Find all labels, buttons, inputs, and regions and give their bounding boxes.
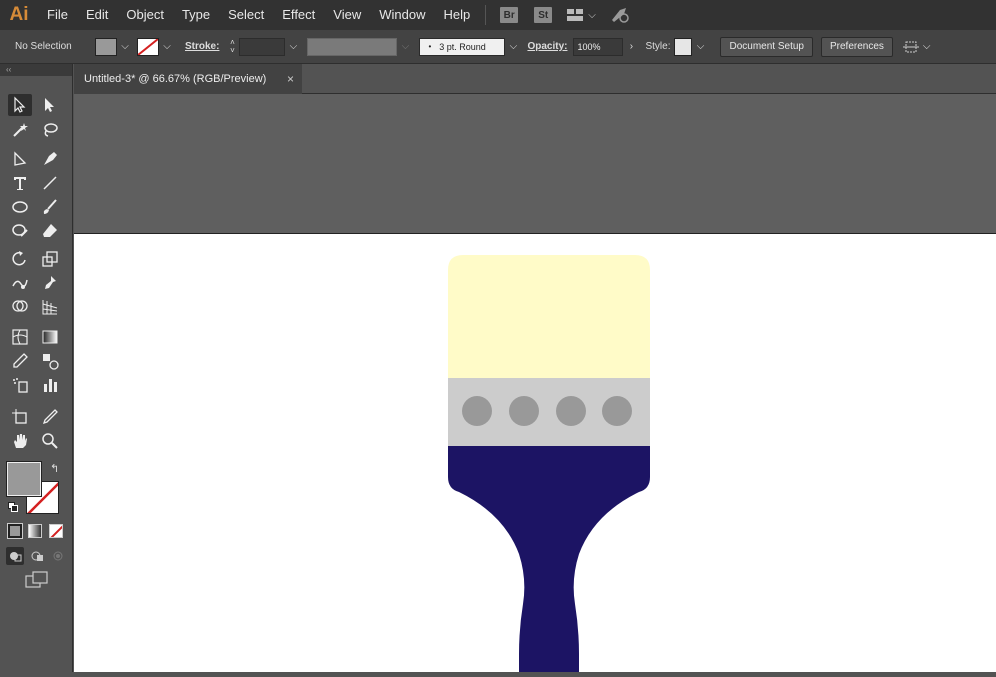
preferences-button[interactable]: Preferences <box>820 36 893 57</box>
selection-status: No Selection <box>15 41 72 52</box>
draw-behind-icon[interactable] <box>28 547 46 565</box>
curvature-tool-icon[interactable] <box>38 148 62 170</box>
line-segment-tool-icon[interactable] <box>38 172 62 194</box>
gpu-rocket-icon[interactable] <box>610 6 630 24</box>
brush-bristles[interactable] <box>448 255 650 378</box>
swap-fill-stroke-icon[interactable]: ↰ <box>50 462 59 475</box>
ferrule-rivet[interactable] <box>462 396 492 426</box>
color-mode-icon[interactable] <box>7 523 23 539</box>
artboard[interactable] <box>74 234 996 672</box>
menu-file[interactable]: File <box>38 0 77 30</box>
menu-window[interactable]: Window <box>370 0 434 30</box>
app-logo: Ai <box>9 4 29 25</box>
control-bar: No Selection ⌵ ⌵ Stroke: ˄ ˅ ⌵ ⌵ • 3 pt. … <box>0 30 996 64</box>
mesh-tool-icon[interactable] <box>8 326 32 348</box>
menu-separator <box>485 5 487 25</box>
fill-color-swatch[interactable] <box>6 461 42 497</box>
artwork-canvas <box>448 255 650 672</box>
scale-tool-icon[interactable] <box>38 248 62 270</box>
fill-dropdown[interactable]: ⌵ <box>117 38 133 56</box>
width-profile-dropdown[interactable]: ⌵ <box>397 38 413 56</box>
brush-dot-icon: • <box>428 42 432 51</box>
stroke-weight-dropdown[interactable]: ⌵ <box>285 38 301 56</box>
ferrule-rivet[interactable] <box>602 396 632 426</box>
warp-tool-icon[interactable] <box>8 272 32 294</box>
artboard-tool-icon[interactable] <box>8 406 32 428</box>
style-dropdown[interactable]: ⌵ <box>692 38 708 56</box>
document-tab-bar: Untitled-3* @ 66.67% (RGB/Preview) × <box>74 64 996 94</box>
none-mode-icon[interactable] <box>49 524 63 538</box>
stock-button[interactable]: St <box>534 7 553 23</box>
stroke-label: Stroke: <box>185 41 220 52</box>
paintbrush-tool-icon[interactable] <box>38 196 62 218</box>
panel-collapse-grip[interactable]: ‹‹ <box>0 64 72 76</box>
menu-select[interactable]: Select <box>219 0 273 30</box>
eraser-tool-icon[interactable] <box>38 220 62 242</box>
gradient-tool-icon[interactable] <box>38 326 62 348</box>
workspace-switcher-icon[interactable]: ⌵ <box>566 8 596 22</box>
hand-tool-icon[interactable] <box>8 430 32 452</box>
symbol-sprayer-tool-icon[interactable] <box>8 374 32 396</box>
stroke-weight-stepper[interactable]: ˄ ˅ <box>225 38 239 56</box>
blend-tool-icon[interactable] <box>38 350 62 372</box>
shape-builder-tool-icon[interactable] <box>8 296 32 318</box>
opacity-value: 100% <box>577 41 601 52</box>
menu-bar: Ai File Edit Object Type Select Effect V… <box>0 0 996 30</box>
brush-dropdown[interactable]: ⌵ <box>505 38 521 56</box>
fill-swatch[interactable] <box>95 37 117 56</box>
document-setup-button[interactable]: Document Setup <box>720 36 813 57</box>
slice-tool-icon[interactable] <box>38 406 62 428</box>
gradient-mode-icon[interactable] <box>28 524 42 538</box>
arrange-documents-icon[interactable]: ⌵ <box>902 39 931 55</box>
variable-width-profile[interactable] <box>307 37 398 56</box>
pen-tool-icon[interactable] <box>8 148 32 170</box>
perspective-grid-tool-icon[interactable] <box>38 296 62 318</box>
ferrule-rivet[interactable] <box>556 396 586 426</box>
selection-tool-icon[interactable] <box>8 94 32 116</box>
shaper-tool-icon[interactable] <box>8 220 32 242</box>
direct-selection-tool-icon[interactable] <box>38 94 62 116</box>
menu-edit[interactable]: Edit <box>77 0 117 30</box>
document-tab-title: Untitled-3* @ 66.67% (RGB/Preview) <box>84 73 267 85</box>
rotate-tool-icon[interactable] <box>8 248 32 270</box>
menu-type[interactable]: Type <box>173 0 219 30</box>
puppet-warp-tool-icon[interactable] <box>38 272 62 294</box>
brush-handle[interactable] <box>448 446 650 672</box>
bridge-button[interactable]: Br <box>500 7 519 23</box>
brush-definition-field[interactable]: • 3 pt. Round <box>419 37 506 56</box>
menu-object[interactable]: Object <box>117 0 173 30</box>
style-label: Style: <box>645 41 671 52</box>
opacity-input[interactable]: 100% <box>573 37 624 56</box>
draw-normal-icon[interactable] <box>6 547 24 565</box>
graphic-style-swatch[interactable] <box>674 37 693 56</box>
document-tab[interactable]: Untitled-3* @ 66.67% (RGB/Preview) × <box>74 64 302 94</box>
menu-help[interactable]: Help <box>434 0 479 30</box>
draw-inside-icon[interactable] <box>49 547 67 565</box>
magic-wand-tool-icon[interactable] <box>8 119 32 141</box>
ferrule-rivet[interactable] <box>509 396 539 426</box>
close-icon[interactable]: × <box>287 72 294 86</box>
opacity-arrow[interactable]: › <box>623 38 639 56</box>
menu-effect[interactable]: Effect <box>273 0 324 30</box>
change-screen-mode-icon[interactable] <box>25 571 49 589</box>
brush-value: 3 pt. Round <box>439 41 486 52</box>
column-graph-tool-icon[interactable] <box>38 374 62 396</box>
type-tool-icon[interactable] <box>8 172 32 194</box>
eyedropper-tool-icon[interactable] <box>8 350 32 372</box>
pasteboard <box>74 94 996 234</box>
stroke-weight-input[interactable] <box>239 37 286 56</box>
default-fill-stroke-icon[interactable] <box>8 502 18 512</box>
menu-view[interactable]: View <box>324 0 370 30</box>
tools-panel: ‹‹ ↰ <box>0 64 73 672</box>
zoom-tool-icon[interactable] <box>38 430 62 452</box>
ellipse-tool-icon[interactable] <box>8 196 32 218</box>
opacity-label[interactable]: Opacity: <box>527 41 567 52</box>
stroke-swatch[interactable] <box>137 37 159 56</box>
lasso-tool-icon[interactable] <box>38 119 62 141</box>
stroke-dropdown[interactable]: ⌵ <box>159 38 175 56</box>
